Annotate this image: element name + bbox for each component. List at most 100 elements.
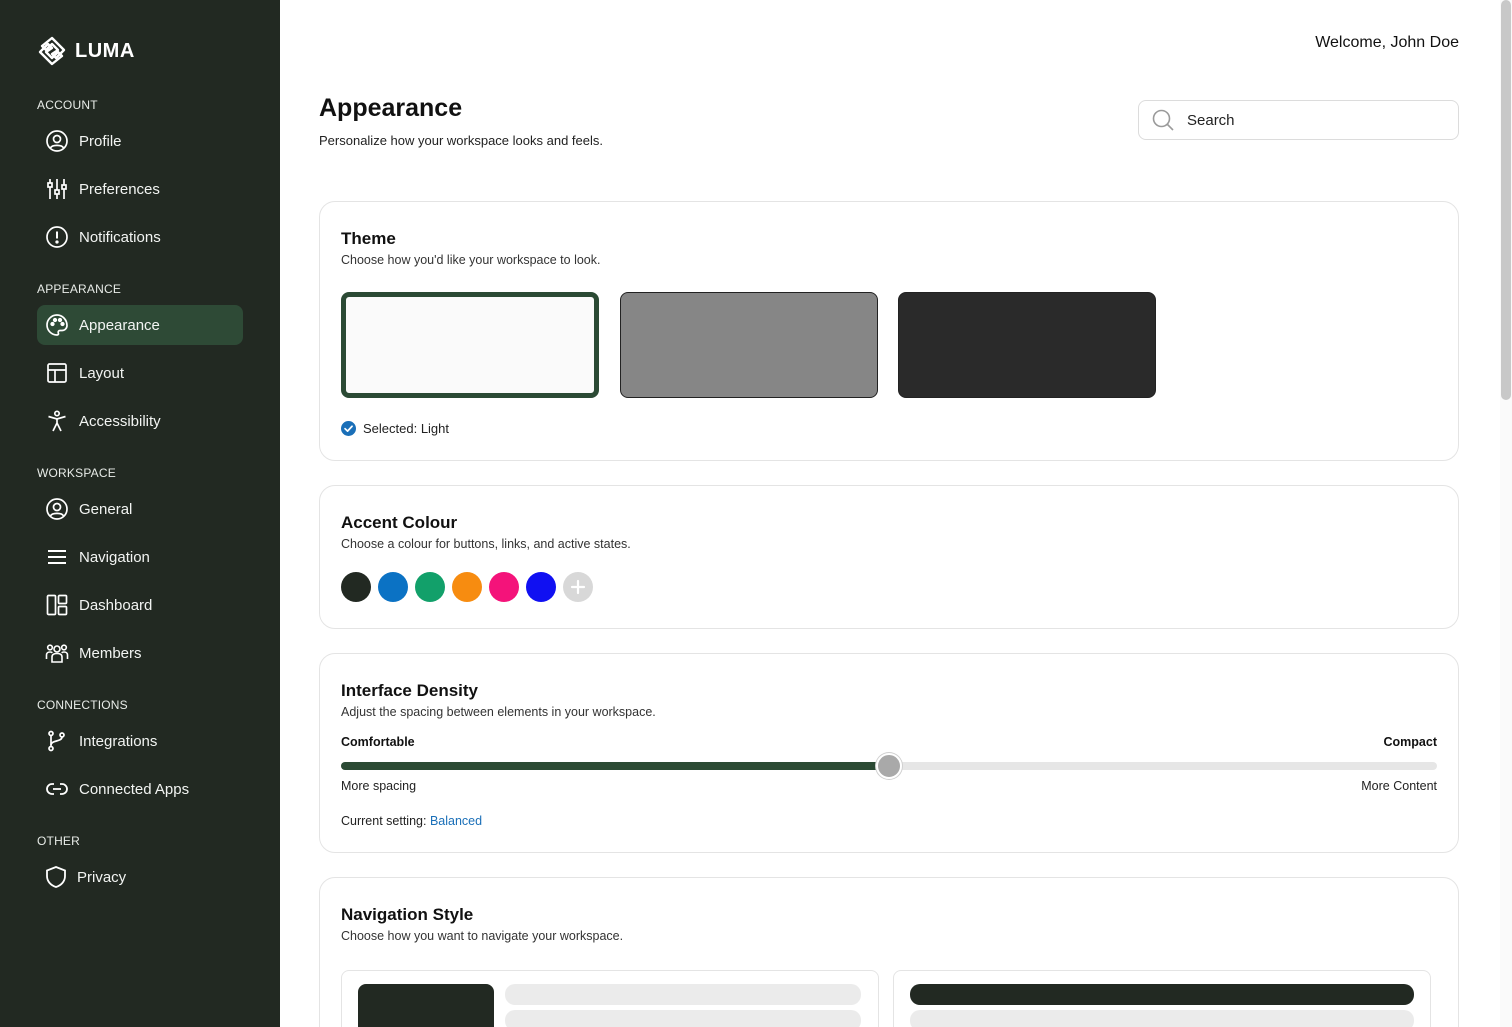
density-current-setting: Current setting: Balanced xyxy=(341,814,482,828)
sidebar-item-connected-apps[interactable]: Connected Apps xyxy=(37,769,243,809)
theme-option-dark[interactable] xyxy=(898,292,1156,398)
git-branch-icon xyxy=(48,730,65,752)
nav-style-option-sidebar[interactable] xyxy=(341,970,879,1027)
preview-content-bar xyxy=(910,1010,1414,1027)
sidebar-item-label: Layout xyxy=(79,364,125,382)
navigation-style-card: Navigation Style Choose how you want to … xyxy=(319,877,1459,1027)
accent-swatch[interactable] xyxy=(415,572,445,602)
sidebar-item-label: Connected Apps xyxy=(79,780,190,798)
check-circle-icon xyxy=(341,421,356,436)
luma-logo-icon xyxy=(38,36,66,66)
link-icon xyxy=(46,783,68,795)
density-slider[interactable] xyxy=(341,753,1437,779)
layout-icon xyxy=(47,363,67,383)
preview-sidebar-block xyxy=(358,984,494,1027)
sidebar-item-label: Profile xyxy=(79,132,122,150)
nav-style-title: Navigation Style xyxy=(341,905,474,924)
sidebar-item-dashboard[interactable]: Dashboard xyxy=(37,585,243,625)
sidebar-item-label: Preferences xyxy=(79,180,160,198)
density-slider-fill xyxy=(341,762,889,770)
shield-icon xyxy=(46,866,66,888)
sidebar-item-layout[interactable]: Layout xyxy=(37,353,243,393)
palette-icon xyxy=(46,314,68,336)
sidebar: LUMA ACCOUNT Profile Preferences Notific… xyxy=(0,0,280,1027)
add-colour-button[interactable] xyxy=(563,572,593,602)
sidebar-item-privacy[interactable]: Privacy xyxy=(37,857,243,897)
section-label-connections: CONNECTIONS xyxy=(37,698,128,712)
density-left-label: Comfortable xyxy=(341,735,415,749)
search-input[interactable] xyxy=(1187,111,1427,129)
theme-selected-label: Selected: Light xyxy=(363,421,450,436)
sidebar-item-preferences[interactable]: Preferences xyxy=(37,169,243,209)
sidebar-item-accessibility[interactable]: Accessibility xyxy=(37,401,243,441)
preview-topbar-block xyxy=(910,984,1414,1005)
density-left-hint: More spacing xyxy=(341,779,417,793)
logo[interactable]: LUMA xyxy=(37,36,135,66)
current-setting-prefix: Current setting: xyxy=(341,814,427,828)
accessibility-icon xyxy=(48,410,66,432)
sidebar-item-label: Integrations xyxy=(79,732,158,750)
accent-swatch[interactable] xyxy=(452,572,482,602)
density-title: Interface Density xyxy=(341,681,478,700)
section-label-other: OTHER xyxy=(37,834,80,848)
preview-content-bar xyxy=(505,1010,861,1027)
accent-subtitle: Choose a colour for buttons, links, and … xyxy=(341,537,631,551)
sidebar-item-notifications[interactable]: Notifications xyxy=(37,217,243,257)
user-circle-icon xyxy=(46,130,68,152)
sidebar-item-label: Appearance xyxy=(79,316,160,334)
accent-title: Accent Colour xyxy=(341,513,458,532)
density-subtitle: Adjust the spacing between elements in y… xyxy=(341,705,656,719)
alert-circle-icon xyxy=(46,226,68,248)
theme-selected-indicator: Selected: Light xyxy=(341,421,449,436)
sidebar-item-label: General xyxy=(79,500,133,518)
theme-card: Theme Choose how you'd like your workspa… xyxy=(319,201,1459,461)
sidebar-item-label: Dashboard xyxy=(79,596,153,614)
sidebar-item-label: Members xyxy=(79,644,142,662)
accent-swatches xyxy=(341,572,593,602)
section-label-workspace: WORKSPACE xyxy=(37,466,116,480)
page-subtitle: Personalize how your workspace looks and… xyxy=(319,133,603,148)
sidebar-item-profile[interactable]: Profile xyxy=(37,121,243,161)
theme-title: Theme xyxy=(341,229,396,248)
current-setting-value: Balanced xyxy=(429,814,483,828)
density-right-hint: More Content xyxy=(1361,779,1437,793)
sidebar-item-integrations[interactable]: Integrations xyxy=(37,721,243,761)
accent-colour-card: Accent Colour Choose a colour for button… xyxy=(319,485,1459,629)
theme-option-light[interactable] xyxy=(341,292,599,398)
app-name: LUMA xyxy=(75,39,135,62)
density-right-label: Compact xyxy=(1383,735,1437,749)
search-icon xyxy=(1152,109,1174,131)
sidebar-item-label: Privacy xyxy=(77,868,127,886)
user-circle-icon xyxy=(46,498,68,520)
sidebar-item-navigation[interactable]: Navigation xyxy=(37,537,243,577)
nav-style-option-topbar[interactable] xyxy=(893,970,1431,1027)
users-icon xyxy=(45,644,69,663)
accent-swatch[interactable] xyxy=(341,572,371,602)
sidebar-item-general[interactable]: General xyxy=(37,489,243,529)
search-box[interactable] xyxy=(1138,100,1459,140)
section-label-account: ACCOUNT xyxy=(37,98,98,112)
sliders-icon xyxy=(47,179,67,199)
dashboard-icon xyxy=(46,594,68,616)
theme-subtitle: Choose how you'd like your workspace to … xyxy=(341,253,601,267)
plus-icon xyxy=(570,579,586,595)
welcome-message: Welcome, John Doe xyxy=(1315,34,1459,51)
sidebar-item-label: Navigation xyxy=(79,548,150,566)
preview-content-bar xyxy=(505,984,861,1005)
nav-style-subtitle: Choose how you want to navigate your wor… xyxy=(341,929,624,943)
sidebar-item-members[interactable]: Members xyxy=(37,633,243,673)
page-scrollbar[interactable] xyxy=(1500,0,1512,1027)
accent-swatch[interactable] xyxy=(378,572,408,602)
accent-swatch[interactable] xyxy=(489,572,519,602)
interface-density-card: Interface Density Adjust the spacing bet… xyxy=(319,653,1459,853)
section-label-appearance: APPEARANCE xyxy=(37,282,122,296)
page-title: Appearance xyxy=(319,94,463,122)
menu-icon xyxy=(48,550,66,564)
theme-option-grey[interactable] xyxy=(620,292,878,398)
accent-swatch[interactable] xyxy=(526,572,556,602)
sidebar-item-appearance[interactable]: Appearance xyxy=(37,305,243,345)
scrollbar-thumb[interactable] xyxy=(1501,0,1511,400)
sidebar-item-label: Notifications xyxy=(79,228,161,246)
sidebar-item-label: Accessibility xyxy=(79,412,161,430)
density-slider-thumb[interactable] xyxy=(876,753,902,779)
